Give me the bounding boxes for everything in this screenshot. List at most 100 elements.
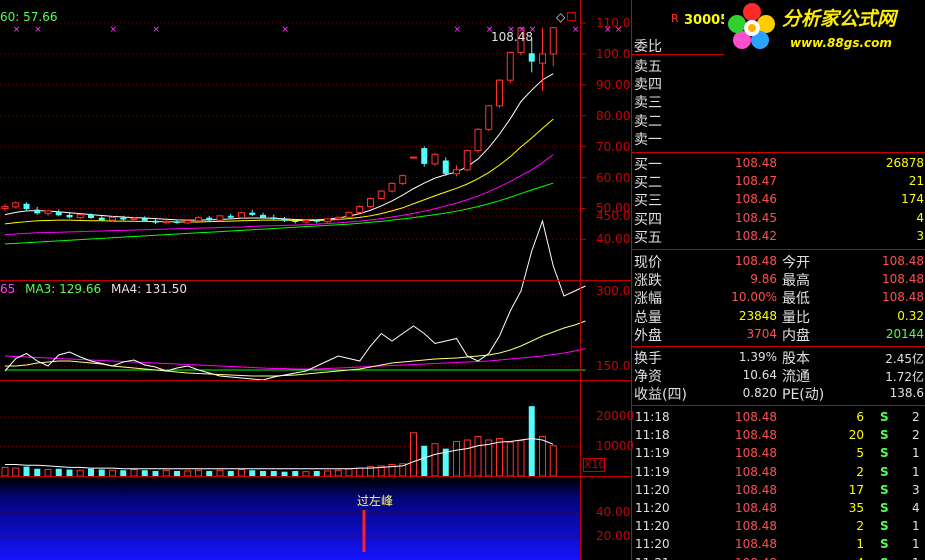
signal-x-marker: × — [454, 25, 462, 35]
candle-body — [34, 209, 41, 214]
buy-level-5-price[interactable]: 108.42 — [700, 229, 777, 243]
candle-body — [324, 218, 331, 223]
stat-value: 20144 — [885, 326, 924, 341]
stat-label: 最低 — [782, 291, 810, 308]
volume-bar — [345, 468, 353, 477]
kline-chart[interactable]: ××××××××××××××××× — [0, 0, 632, 560]
stat-label: 涨跌 — [634, 273, 662, 290]
candle-body — [227, 215, 234, 218]
divider — [632, 152, 925, 153]
signal-markers: ××××××××××××××××× — [13, 25, 623, 35]
buy-level-1-price[interactable]: 108.48 — [700, 156, 777, 170]
buy-level-5-volume: 3 — [916, 228, 924, 243]
candle-body — [345, 211, 353, 218]
price-axis-label: 110.0 — [596, 16, 631, 30]
volume-bar — [195, 469, 202, 477]
divider — [632, 54, 724, 55]
volume-bar — [431, 443, 439, 477]
stat-label: 最高 — [782, 273, 810, 290]
buy-level-1-label: 买一 — [634, 157, 662, 173]
candle-body — [496, 79, 503, 107]
price-axis-label: 40.00 — [596, 232, 631, 247]
volume-bar — [152, 470, 159, 476]
candle-body — [44, 210, 52, 214]
tick-time: 11:20 — [635, 482, 670, 497]
fundamental-value: 0.820 — [742, 386, 777, 401]
fundamental-value: 138.6 — [889, 386, 924, 401]
tick-time: 11:19 — [635, 446, 670, 461]
divider — [632, 405, 925, 406]
stat-value: 108.48 — [882, 272, 924, 287]
candle-body — [66, 214, 73, 218]
volume-bar — [270, 470, 277, 476]
volume-bar — [549, 445, 557, 477]
buy-level-2-price[interactable]: 108.47 — [700, 174, 777, 188]
tick-side: S — [880, 464, 889, 479]
signal-x-marker: × — [34, 25, 42, 35]
tick-price: 108.48 — [735, 501, 777, 515]
candle-body — [270, 217, 277, 219]
stat-label: 量比 — [782, 309, 810, 326]
stock-code[interactable]: 30005 — [684, 14, 729, 28]
buy-level-3-price[interactable]: 108.46 — [700, 192, 777, 206]
stat-value: 108.48 — [735, 254, 777, 268]
maximize-icon[interactable] — [567, 12, 576, 21]
candle-body — [377, 190, 385, 200]
tick-count: 4 — [912, 501, 920, 515]
tick-volume: 6 — [856, 410, 864, 424]
candle-body — [302, 219, 310, 223]
stat-value: 10.00% — [731, 290, 777, 305]
buy-level-5-label: 买五 — [634, 229, 662, 246]
tick-side: S — [880, 537, 889, 552]
volume-bar — [313, 470, 320, 476]
volume-bar — [496, 438, 503, 477]
candle-body — [292, 220, 299, 222]
candle-body — [206, 217, 213, 221]
buy-level-4-volume: 4 — [916, 210, 924, 225]
signal-axis-label: 20.00 — [596, 529, 631, 543]
tick-side: S — [880, 519, 889, 534]
candle-body — [184, 220, 192, 224]
tick-time: 11:20 — [635, 537, 670, 552]
volume-bar — [174, 470, 180, 476]
tick-count: 1 — [912, 519, 920, 534]
tick-count: 1 — [912, 556, 920, 560]
divider — [632, 249, 925, 250]
tick-time: 11:19 — [635, 464, 670, 479]
volume-bar — [162, 469, 170, 477]
candle-body — [453, 169, 460, 175]
tick-time: 11:20 — [635, 519, 670, 534]
stat-label: 涨幅 — [634, 291, 662, 308]
candle-body — [1, 206, 9, 209]
volume-unit-box[interactable]: X10 — [583, 458, 606, 472]
volume-bar — [120, 470, 127, 476]
fundamental-label: 收益(四) — [634, 387, 687, 404]
stat-label: 总量 — [634, 309, 662, 326]
tick-volume: 5 — [856, 446, 864, 461]
ma60-line — [4, 182, 554, 245]
candle-body — [399, 175, 407, 184]
volume-bar — [410, 432, 417, 477]
stat-value: 0.32 — [897, 308, 924, 323]
buy-level-4-price[interactable]: 108.45 — [700, 211, 777, 225]
signal-axis-label: 40.00 — [596, 505, 631, 519]
tick-count: 1 — [912, 537, 920, 552]
buy-level-3-label: 买三 — [634, 193, 662, 210]
tick-price: 108.48 — [700, 556, 777, 560]
diamond-icon[interactable]: ◇ — [556, 10, 565, 24]
tick-price: 108.48 — [735, 482, 777, 497]
volume-bar — [76, 469, 84, 477]
candle-body — [152, 220, 159, 223]
volume-bar — [539, 435, 546, 477]
tick-volume: 20 — [848, 428, 864, 443]
signal-x-marker: × — [572, 25, 580, 35]
stat-value: 23848 — [738, 308, 777, 323]
tick-count: 2 — [912, 428, 920, 443]
volume-bar — [324, 470, 331, 477]
candle-body — [313, 220, 320, 222]
candle-body — [130, 217, 138, 221]
signal-x-marker: × — [153, 25, 161, 35]
tick-volume: 2 — [856, 519, 864, 534]
fundamental-label: 换手 — [634, 351, 662, 367]
signal-x-marker: × — [282, 25, 290, 35]
